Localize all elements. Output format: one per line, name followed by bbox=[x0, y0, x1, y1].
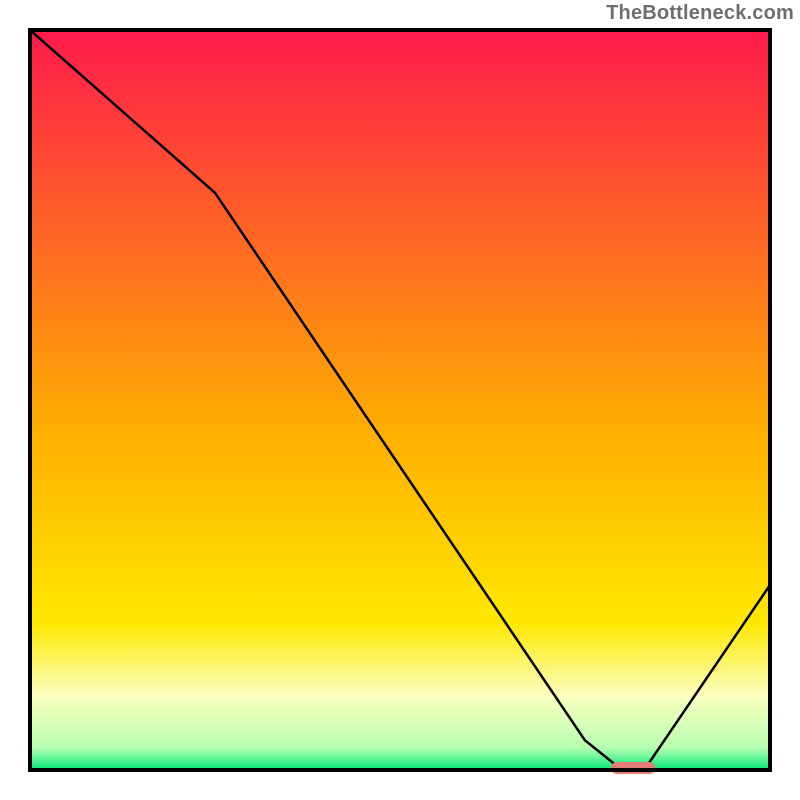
plot-background bbox=[30, 30, 770, 770]
bottleneck-chart: TheBottleneck.com bbox=[0, 0, 800, 800]
chart-svg bbox=[0, 0, 800, 800]
watermark-text: TheBottleneck.com bbox=[606, 2, 794, 25]
